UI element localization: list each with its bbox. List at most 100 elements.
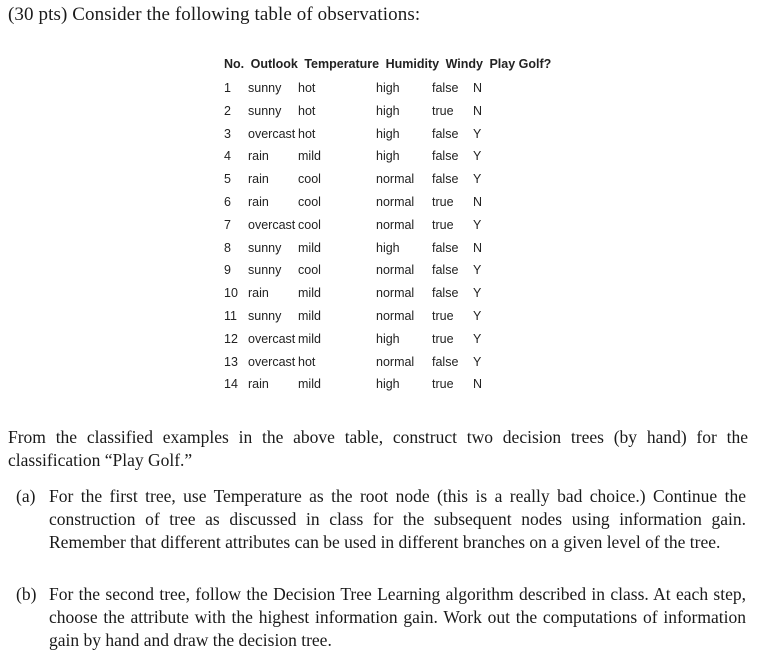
- cell-outlook: rain: [248, 286, 269, 301]
- cell-windy: false: [432, 263, 459, 278]
- cell-play-golf: Y: [473, 263, 482, 278]
- cell-outlook: sunny: [248, 263, 282, 278]
- cell-play-golf: Y: [473, 172, 482, 187]
- cell-temperature: hot: [298, 126, 316, 141]
- cell-windy: false: [432, 172, 459, 187]
- cell-temperature: hot: [298, 103, 316, 118]
- cell-temperature: mild: [298, 331, 321, 346]
- cell-outlook: sunny: [248, 81, 282, 95]
- table-row: 9 sunny cool normal false Y: [224, 259, 554, 282]
- cell-humidity: high: [376, 240, 400, 255]
- cell-humidity: normal: [376, 172, 415, 187]
- cell-temperature: mild: [298, 149, 321, 164]
- cell-humidity: high: [376, 126, 400, 141]
- cell-outlook: sunny: [248, 308, 282, 323]
- cell-temperature: cool: [298, 263, 321, 278]
- cell-no: 1: [224, 81, 231, 95]
- cell-temperature: mild: [298, 286, 321, 301]
- cell-outlook: overcast: [248, 126, 296, 141]
- cell-temperature: mild: [298, 377, 321, 392]
- cell-no: 2: [224, 103, 231, 118]
- cell-windy: false: [432, 286, 459, 301]
- cell-no: 9: [224, 263, 231, 278]
- cell-no: 6: [224, 194, 231, 209]
- header-no: No.: [224, 57, 245, 71]
- table-row: 8 sunny mild high false N: [224, 237, 554, 260]
- question-b: (b) For the second tree, follow the Deci…: [16, 583, 746, 652]
- cell-temperature: cool: [298, 217, 321, 232]
- cell-windy: true: [432, 331, 454, 346]
- cell-humidity: high: [376, 81, 400, 95]
- cell-outlook: sunny: [248, 103, 282, 118]
- cell-outlook: sunny: [248, 240, 282, 255]
- table-row: 14 rain mild high true N: [224, 373, 554, 396]
- cell-play-golf: N: [473, 240, 483, 255]
- question-b-text: For the second tree, follow the Decision…: [49, 584, 746, 650]
- cell-play-golf: N: [473, 81, 483, 95]
- cell-play-golf: Y: [473, 308, 482, 323]
- cell-no: 13: [224, 354, 238, 369]
- cell-temperature: cool: [298, 194, 321, 209]
- question-a: (a) For the first tree, use Temperature …: [16, 485, 746, 554]
- cell-outlook: overcast: [248, 331, 296, 346]
- cell-no: 14: [224, 377, 238, 392]
- table-row: 6 rain cool normal true N: [224, 191, 554, 214]
- table-row: 4 rain mild high false Y: [224, 145, 554, 168]
- table-row: 11 sunny mild normal true Y: [224, 305, 554, 328]
- cell-temperature: hot: [298, 354, 316, 369]
- table-row: 2 sunny hot high true N: [224, 100, 554, 123]
- cell-humidity: normal: [376, 308, 415, 323]
- cell-temperature: mild: [298, 308, 321, 323]
- cell-no: 4: [224, 149, 231, 164]
- cell-windy: false: [432, 81, 459, 95]
- table-row: 3 overcast hot high false Y: [224, 123, 554, 146]
- cell-windy: true: [432, 194, 454, 209]
- cell-windy: false: [432, 354, 459, 369]
- question-b-label: (b): [16, 584, 37, 604]
- cell-temperature: hot: [298, 81, 316, 95]
- cell-no: 10: [224, 286, 238, 301]
- problem-intro: (30 pts) Consider the following table of…: [8, 4, 421, 25]
- table-row: 7 overcast cool normal true Y: [224, 214, 554, 237]
- cell-outlook: overcast: [248, 217, 296, 232]
- cell-no: 7: [224, 217, 231, 232]
- cell-windy: false: [432, 240, 459, 255]
- header-temperature: Temperature: [304, 57, 380, 71]
- cell-humidity: normal: [376, 263, 415, 278]
- cell-play-golf: Y: [473, 331, 482, 346]
- cell-windy: false: [432, 126, 459, 141]
- cell-humidity: normal: [376, 194, 415, 209]
- cell-no: 8: [224, 240, 231, 255]
- table-row: 5 rain cool normal false Y: [224, 168, 554, 191]
- table-row: 12 overcast mild high true Y: [224, 328, 554, 351]
- cell-humidity: normal: [376, 286, 415, 301]
- cell-no: 11: [224, 308, 237, 323]
- cell-play-golf: Y: [473, 217, 482, 232]
- table-row: 1 sunny hot high false N: [224, 77, 554, 100]
- cell-play-golf: Y: [473, 126, 482, 141]
- cell-temperature: mild: [298, 240, 321, 255]
- table-body: 1 sunny hot high false N 2 sunny hot high true N 3 ov…: [224, 77, 554, 396]
- question-a-text: For the first tree, use Temperature as t…: [49, 486, 746, 552]
- table-row: 10 rain mild normal false Y: [224, 282, 554, 305]
- cell-humidity: normal: [376, 217, 415, 232]
- cell-windy: true: [432, 103, 454, 118]
- cell-humidity: high: [376, 331, 400, 346]
- cell-play-golf: N: [473, 103, 483, 118]
- observations-table: No. Outlook Temperature Humidity Windy P…: [224, 55, 554, 396]
- cell-play-golf: N: [473, 377, 483, 392]
- header-outlook: Outlook: [250, 57, 298, 71]
- question-a-label: (a): [16, 486, 36, 506]
- cell-outlook: rain: [248, 172, 269, 187]
- cell-no: 5: [224, 172, 231, 187]
- cell-outlook: rain: [248, 377, 269, 392]
- cell-humidity: high: [376, 103, 400, 118]
- cell-play-golf: N: [473, 194, 483, 209]
- cell-play-golf: Y: [473, 354, 482, 369]
- table-row: 13 overcast hot normal false Y: [224, 351, 554, 374]
- cell-humidity: high: [376, 149, 400, 164]
- table-header: No. Outlook Temperature Humidity Windy P…: [224, 55, 554, 77]
- header-humidity: Humidity: [385, 57, 440, 71]
- cell-outlook: rain: [248, 194, 269, 209]
- cell-windy: true: [432, 308, 454, 323]
